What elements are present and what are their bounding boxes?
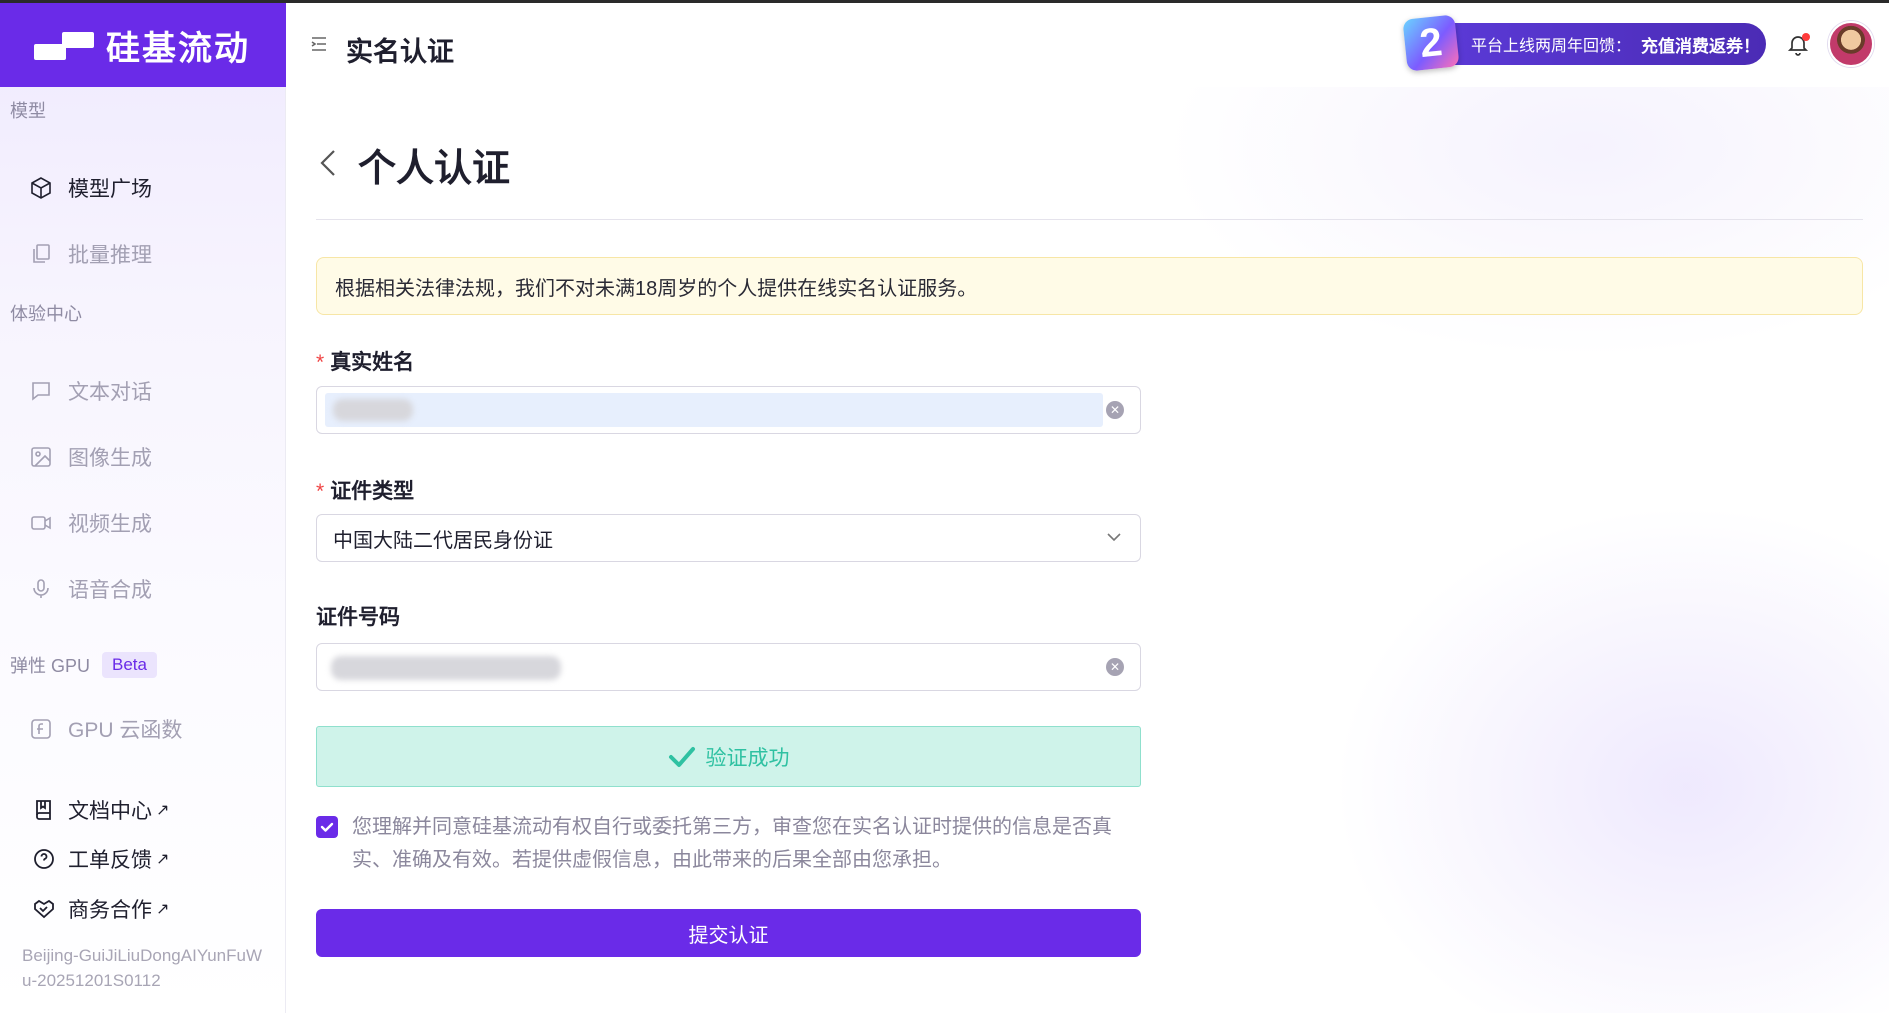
agreement-text: 您理解并同意硅基流动有权自行或委托第三方，审查您在实名认证时提供的信息是否真实、… [352, 816, 1112, 871]
sidebar-item-model-square[interactable]: 模型广场 [28, 173, 152, 203]
logo-mark-icon [34, 30, 94, 60]
id-type-label: * 证件类型 [316, 475, 414, 505]
external-link-icon: ↗ [156, 802, 170, 819]
build-id: Beijing-GuiJiLiuDongAIYunFuWu-20251201S0… [22, 946, 263, 990]
section-title-experience: 体验中心 [10, 304, 82, 324]
sidebar-item-tts[interactable]: 语音合成 [28, 574, 152, 604]
notification-button[interactable] [1786, 33, 1810, 57]
section-title-gpu: 弹性 GPU Beta [10, 652, 157, 678]
section-title-gpu-label: 弹性 GPU [10, 656, 91, 676]
sidebar-link-ticket[interactable]: 工单反馈 ↗ [32, 844, 169, 874]
required-mark: * [316, 480, 325, 503]
legal-notice: 根据相关法律法规，我们不对未满18周岁的个人提供在线实名认证服务。 [316, 257, 1863, 315]
top-bar: 实名认证 2 平台上线两周年回馈： 充值消费返券！ [286, 3, 1889, 87]
sidebar-link-docs[interactable]: 文档中心 ↗ [32, 795, 169, 825]
sidebar-item-label: 批量推理 [68, 244, 152, 267]
required-mark: * [316, 351, 325, 374]
video-icon [28, 510, 54, 536]
menu-collapse-icon[interactable] [310, 35, 328, 53]
anniversary-badge: 2 [1402, 14, 1460, 72]
copy-icon [28, 241, 54, 267]
divider [316, 219, 1863, 220]
notification-dot [1802, 33, 1810, 41]
promo-banner[interactable]: 2 平台上线两周年回馈： 充值消费返券！ [1402, 14, 1766, 72]
main-content: 个人认证 根据相关法律法规，我们不对未满18周岁的个人提供在线实名认证服务。 *… [286, 87, 1889, 1013]
sidebar-item-label: 图像生成 [68, 447, 152, 470]
chat-icon [28, 378, 54, 404]
book-icon [36, 800, 51, 820]
sidebar-link-label: 文档中心 [68, 800, 152, 823]
id-type-select[interactable]: 中国大陆二代居民身份证 [316, 514, 1141, 562]
sidebar-item-label: 文本对话 [68, 381, 152, 404]
section-heading: 个人认证 [358, 148, 511, 190]
check-icon [320, 822, 334, 832]
image-icon [28, 444, 54, 470]
id-number-input[interactable]: ✕ [316, 643, 1141, 691]
agreement: 您理解并同意硅基流动有权自行或委托第三方，审查您在实名认证时提供的信息是否真实、… [316, 811, 1146, 877]
agreement-checkbox[interactable] [316, 816, 338, 838]
brand-name: 硅基流动 [106, 29, 250, 68]
checkmark-icon [668, 746, 695, 767]
clear-icon[interactable]: ✕ [1106, 658, 1124, 676]
autofill-highlight [325, 393, 1103, 427]
sidebar-item-image-gen[interactable]: 图像生成 [28, 442, 152, 472]
help-circle-icon [34, 849, 54, 869]
sidebar-link-label: 工单反馈 [68, 849, 152, 872]
id-number-label: 证件号码 [316, 606, 400, 629]
mic-icon [28, 576, 54, 602]
page-title: 实名认证 [346, 37, 454, 67]
function-icon [28, 716, 54, 742]
name-label: * 真实姓名 [316, 346, 414, 376]
promo-text: 平台上线两周年回馈： [1471, 38, 1632, 55]
sidebar-item-video-gen[interactable]: 视频生成 [28, 508, 152, 538]
sidebar-item-batch-inference[interactable]: 批量推理 [28, 239, 152, 269]
success-text: 验证成功 [705, 746, 790, 770]
external-link-icon: ↗ [156, 851, 170, 868]
verification-success: 验证成功 [316, 726, 1141, 787]
external-link-icon: ↗ [156, 901, 170, 918]
redacted-value [331, 656, 561, 680]
id-type-label-text: 证件类型 [330, 480, 415, 503]
submit-button[interactable]: 提交认证 [316, 909, 1141, 957]
id-type-value: 中国大陆二代居民身份证 [333, 529, 553, 552]
handshake-icon [34, 899, 54, 919]
redacted-value [333, 399, 413, 421]
name-label-text: 真实姓名 [330, 351, 415, 374]
sidebar-item-label: 模型广场 [68, 178, 152, 201]
back-chevron-icon[interactable] [318, 147, 338, 179]
sidebar-item-text-chat[interactable]: 文本对话 [28, 376, 152, 406]
sidebar-item-label: 语音合成 [68, 579, 152, 602]
cube-icon [28, 175, 54, 201]
avatar[interactable] [1828, 21, 1874, 67]
sidebar-item-gpu-function[interactable]: GPU 云函数 [28, 714, 182, 744]
real-name-input[interactable]: ✕ [316, 386, 1141, 434]
beta-badge: Beta [102, 652, 157, 678]
section-title-model: 模型 [10, 101, 46, 121]
sidebar-link-business[interactable]: 商务合作 ↗ [32, 894, 169, 924]
sidebar: 硅基流动 模型 模型广场 批量推理 体验中心 文本对话 图像生成 视频生成 语音… [0, 3, 286, 1013]
brand-logo[interactable]: 硅基流动 [0, 3, 286, 87]
sidebar-item-label: GPU 云函数 [68, 719, 183, 742]
clear-icon[interactable]: ✕ [1106, 401, 1124, 419]
chevron-down-icon [1107, 533, 1121, 542]
sidebar-link-label: 商务合作 [68, 899, 152, 922]
sidebar-item-label: 视频生成 [68, 513, 152, 536]
promo-highlight: 充值消费返券！ [1641, 36, 1761, 56]
